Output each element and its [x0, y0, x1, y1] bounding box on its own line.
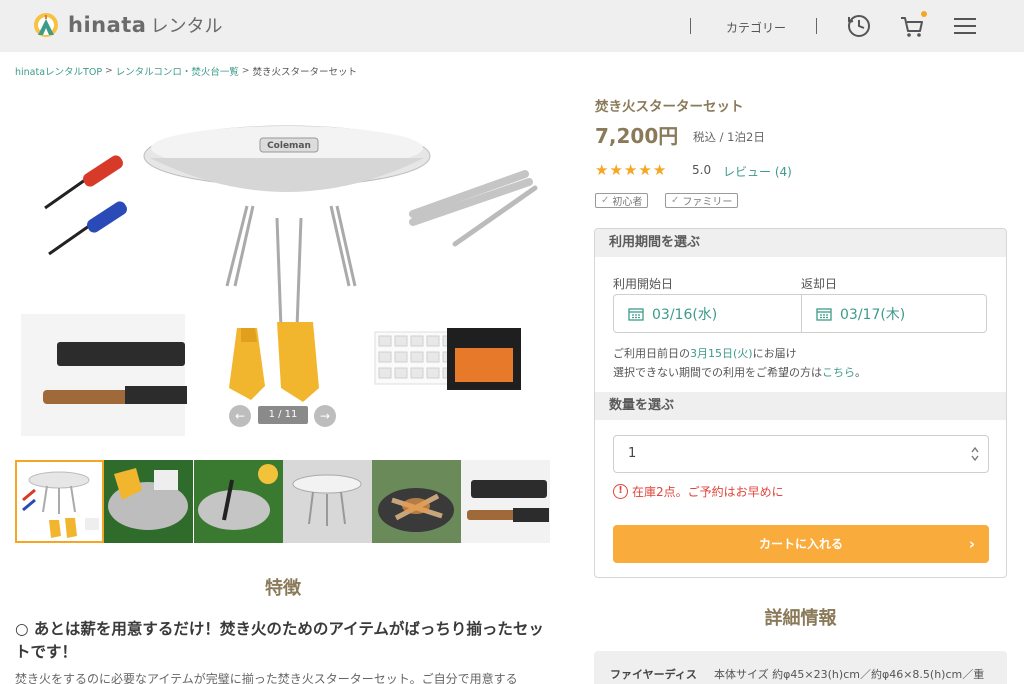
history-icon[interactable] [845, 12, 873, 40]
check-icon: ✓ [671, 195, 680, 206]
updown-arrow-icon [971, 446, 979, 462]
site-logo[interactable]: hinata レンタル [32, 10, 222, 40]
chevron-right-icon: > [241, 66, 250, 76]
image-counter: 1 / 11 [258, 406, 308, 424]
return-date-value: 03/17(木) [840, 306, 906, 323]
delivery-note-text: にお届け [752, 347, 797, 360]
date-divider [801, 295, 802, 332]
inquiry-link[interactable]: こちら [822, 366, 855, 379]
inquiry-note-text: 。 [855, 366, 866, 379]
tag-family[interactable]: ✓ ファミリー [665, 193, 739, 208]
calendar-icon [628, 307, 644, 321]
date-range-picker: 03/16(水) 03/17(木) [613, 294, 987, 333]
delivery-note: ご利用日前日の3月15日(火)にお届け [613, 345, 797, 361]
star-icon: ★ [652, 161, 667, 179]
start-date-value: 03/16(水) [652, 306, 718, 323]
tag-label: 初心者 [612, 197, 643, 208]
cart-badge [921, 11, 927, 17]
details-label: ファイヤーディス [610, 668, 697, 681]
inquiry-note-text: 選択できない期間での利用をご希望の方は [613, 366, 822, 379]
thumbnail-2[interactable] [104, 460, 194, 543]
return-date-label: 返却日 [801, 277, 838, 291]
chevron-right-icon: › [968, 535, 975, 553]
breadcrumb-category[interactable]: レンタルコンロ・焚火台一覧 [116, 64, 239, 78]
star-icon: ★ [609, 161, 623, 179]
stock-warning: ! 在庫2点。ご予約はお早めに [613, 483, 784, 500]
main-product-image[interactable]: Coleman ← → [15, 96, 551, 436]
logo-icon [34, 13, 58, 37]
rating-value: 5.0 [692, 163, 712, 177]
site-header: hinata レンタル カテゴリー [0, 0, 1024, 52]
quantity-select[interactable]: 1 [613, 435, 989, 473]
thumbnail-3[interactable] [193, 460, 283, 543]
calendar-icon [816, 307, 832, 321]
features-body: 焚き火をするのに必要なアイテムが完璧に揃った焚き火スターターセット。ご自分で用意… [15, 672, 518, 684]
delivery-date: 3月15日(火) [690, 347, 753, 360]
period-inquiry-note: 選択できない期間での利用をご希望の方はこちら。 [613, 364, 866, 380]
breadcrumb: hinataレンタルTOP > レンタルコンロ・焚火台一覧 > 焚き火スターター… [15, 64, 357, 78]
quantity-heading: 数量を選ぶ [595, 392, 1006, 420]
stock-text: 在庫2点。ご予約はお早めに [632, 485, 784, 499]
thumbnail-6[interactable] [461, 460, 551, 543]
star-icon: ★ [638, 161, 652, 179]
alert-icon: ! [613, 484, 628, 499]
star-icon: ★ [595, 161, 609, 179]
carousel-next-button[interactable]: → [314, 405, 336, 427]
header-divider [690, 18, 691, 34]
logo-text: hinata [68, 13, 147, 37]
product-photo: Coleman [21, 125, 538, 436]
return-date-field[interactable]: 03/17(木) [816, 295, 905, 332]
breadcrumb-current: 焚き火スターターセット [252, 67, 357, 78]
thumbnail-1[interactable] [15, 460, 105, 543]
quantity-value: 1 [628, 446, 637, 461]
features-headline: ○ あとは薪を用意するだけ！焚き火のためのアイテムがばっちり揃ったセットです！ [15, 620, 544, 661]
thumbnail-strip [15, 460, 551, 543]
carousel-prev-button[interactable]: ← [229, 405, 251, 427]
product-price: 7,200円 [595, 124, 679, 148]
thumbnail-5[interactable] [372, 460, 462, 543]
start-date-label: 利用開始日 [613, 277, 674, 291]
add-to-cart-label: カートに入れる [758, 537, 843, 551]
period-heading: 利用期間を選ぶ [595, 229, 1006, 257]
logo-sub: レンタル [150, 16, 223, 37]
star-icon: ★ [623, 161, 638, 179]
features-title: 特徴 [265, 578, 301, 599]
rental-panel: 利用期間を選ぶ 利用開始日 返却日 03/16(水) 03/17(木) ご利用日… [594, 228, 1007, 578]
add-to-cart-button[interactable]: カートに入れる › [613, 525, 989, 563]
details-value: 本体サイズ 約φ45×23(h)cm／約φ46×8.5(h)cm／重 [714, 668, 985, 681]
rating-stars: ★ ★ ★ ★ ★ [595, 163, 666, 178]
tag-label: ファミリー [682, 197, 733, 208]
product-title: 焚き火スターターセット [595, 99, 744, 115]
review-link[interactable]: レビュー (4) [723, 163, 792, 180]
delivery-note-text: ご利用日前日の [613, 347, 690, 360]
breadcrumb-top[interactable]: hinataレンタルTOP [15, 64, 102, 78]
svg-text:Coleman: Coleman [267, 141, 311, 151]
details-table: ファイヤーディス 本体サイズ 約φ45×23(h)cm／約φ46×8.5(h)c… [594, 651, 1007, 684]
header-divider [816, 18, 817, 34]
start-date-field[interactable]: 03/16(水) [628, 295, 717, 332]
price-note: 税込 / 1泊2日 [693, 130, 765, 144]
thumbnail-4[interactable] [282, 460, 372, 543]
category-menu[interactable]: カテゴリー [726, 19, 786, 36]
details-title: 詳細情報 [764, 608, 837, 629]
check-icon: ✓ [601, 195, 610, 206]
chevron-right-icon: > [105, 66, 113, 76]
menu-icon[interactable] [951, 12, 979, 40]
tag-beginner[interactable]: ✓ 初心者 [595, 193, 649, 208]
